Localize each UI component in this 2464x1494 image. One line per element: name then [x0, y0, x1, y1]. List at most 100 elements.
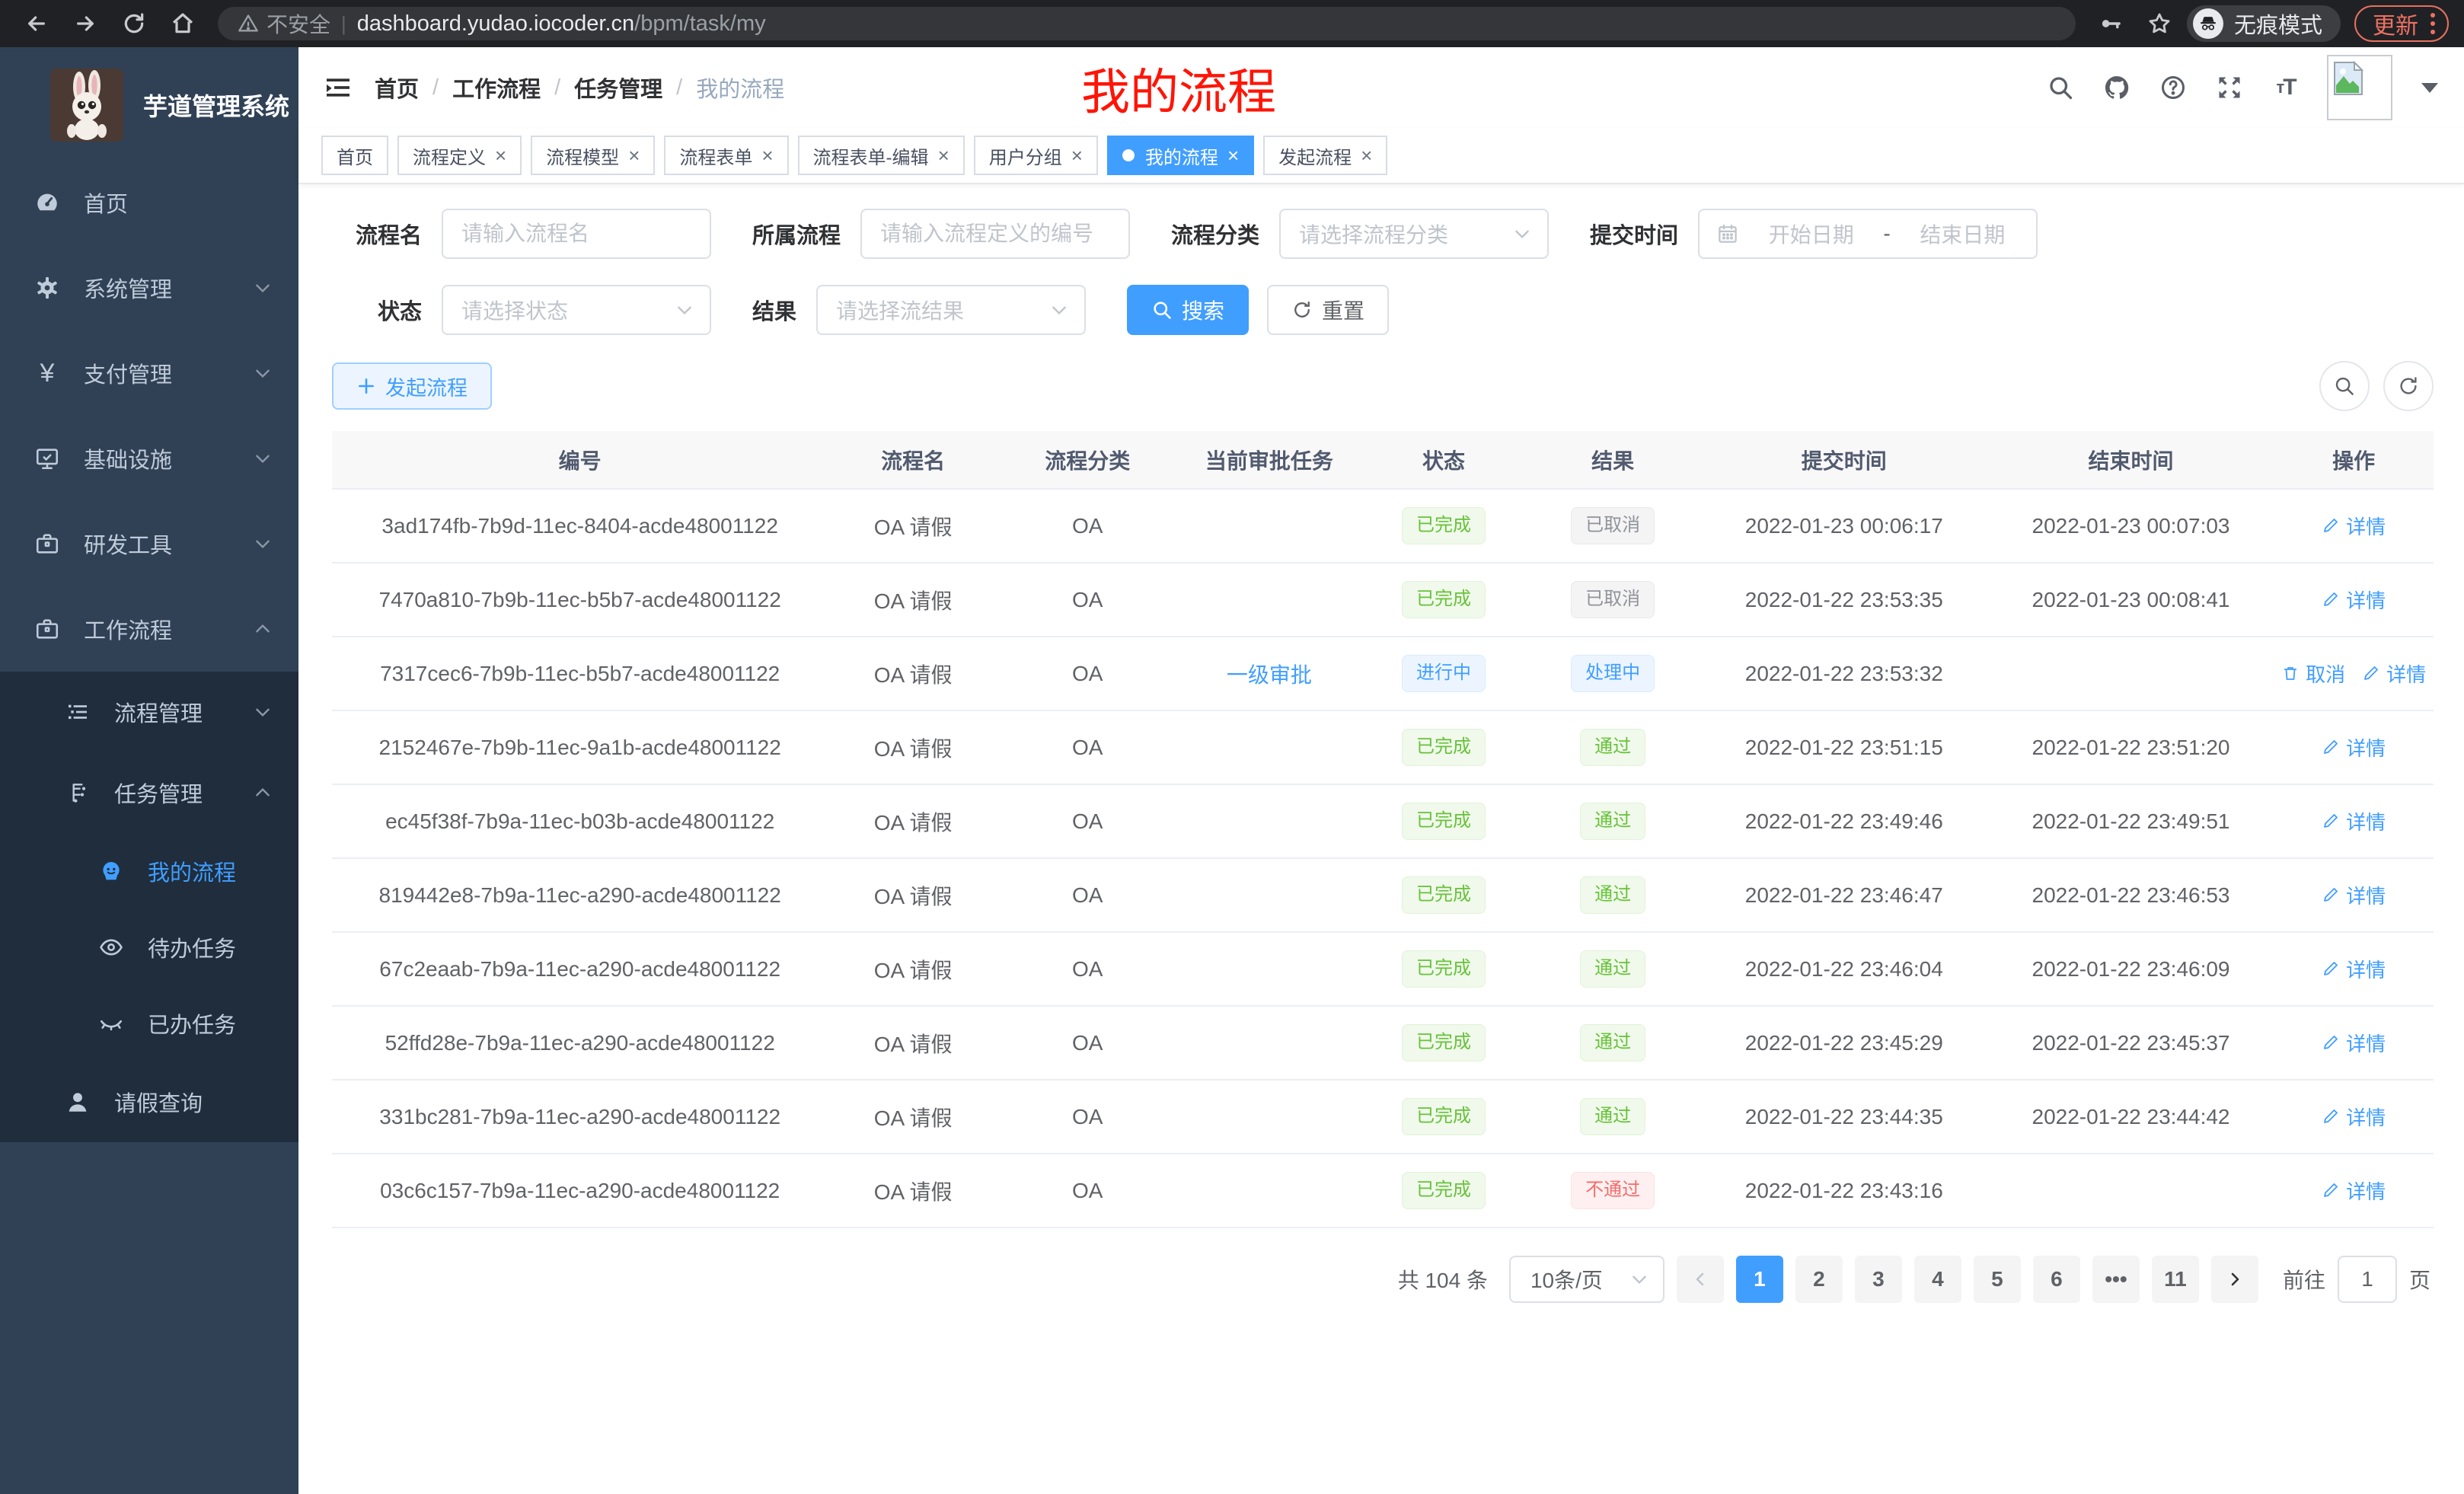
- tab-home[interactable]: 首页: [321, 136, 388, 175]
- help-icon[interactable]: [2158, 72, 2188, 103]
- refresh-icon: [1291, 299, 1313, 321]
- sidebar-item-system[interactable]: 系统管理: [0, 245, 298, 330]
- detail-link[interactable]: 详情: [2322, 1176, 2386, 1205]
- sidebar-item-done-tasks[interactable]: 已办任务: [0, 985, 298, 1061]
- app-title: 芋道管理系统: [143, 88, 289, 123]
- status-badge: 已完成: [1402, 729, 1486, 766]
- detail-link[interactable]: 详情: [2322, 586, 2386, 614]
- search-icon[interactable]: [2045, 72, 2076, 103]
- submit-time-range-picker[interactable]: 开始日期 - 结束日期: [1698, 209, 2038, 259]
- gear-icon: [34, 274, 61, 302]
- user-avatar[interactable]: [2327, 55, 2392, 120]
- tab-my-process[interactable]: 我的流程×: [1107, 136, 1254, 175]
- sidebar-item-home[interactable]: 首页: [0, 160, 298, 245]
- calendar-icon: [1716, 222, 1739, 245]
- page-size-select[interactable]: 10条/页: [1509, 1256, 1664, 1303]
- page-button-2[interactable]: 2: [1795, 1256, 1843, 1303]
- close-icon[interactable]: ×: [1227, 145, 1239, 165]
- breadcrumb-workflow[interactable]: 工作流程: [452, 72, 541, 104]
- detail-link[interactable]: 详情: [2322, 512, 2386, 540]
- list-icon: [64, 698, 91, 726]
- page-button-3[interactable]: 3: [1855, 1256, 1902, 1303]
- goto-page-input[interactable]: [2338, 1256, 2397, 1303]
- refresh-table-button[interactable]: [2383, 361, 2434, 411]
- result-select[interactable]: 请选择流结果: [816, 285, 1086, 335]
- page-button-1[interactable]: 1: [1736, 1256, 1783, 1303]
- github-icon[interactable]: [2102, 72, 2132, 103]
- browser-update-button[interactable]: 更新: [2354, 5, 2449, 42]
- pagination: 共 104 条 10条/页 1 2 3 4 5 6 ••• 11: [332, 1228, 2434, 1303]
- sidebar-collapse-icon[interactable]: [321, 71, 355, 104]
- breadcrumb-home[interactable]: 首页: [375, 72, 419, 104]
- reset-button[interactable]: 重置: [1267, 285, 1389, 335]
- detail-link[interactable]: 详情: [2362, 659, 2426, 688]
- detail-link[interactable]: 详情: [2322, 881, 2386, 909]
- prev-page-button[interactable]: [1677, 1256, 1724, 1303]
- process-category-select[interactable]: 请选择流程分类: [1279, 209, 1549, 259]
- page-button-4[interactable]: 4: [1914, 1256, 1961, 1303]
- end-date-placeholder[interactable]: 结束日期: [1906, 219, 2019, 249]
- home-icon[interactable]: [161, 7, 204, 40]
- status-badge: 已完成: [1402, 803, 1486, 840]
- table-row: 819442e8-7b9a-11ec-a290-acde48001122 OA …: [332, 858, 2434, 932]
- password-key-icon[interactable]: [2089, 7, 2132, 40]
- close-icon[interactable]: ×: [628, 145, 640, 165]
- sidebar-item-process-mgmt[interactable]: 流程管理: [0, 672, 298, 752]
- tab-process-definition[interactable]: 流程定义×: [397, 136, 522, 175]
- not-secure-warning[interactable]: 不安全: [238, 8, 330, 39]
- next-page-button[interactable]: [2211, 1256, 2258, 1303]
- tab-start-process[interactable]: 发起流程×: [1263, 136, 1387, 175]
- sidebar-item-devtools[interactable]: 研发工具: [0, 501, 298, 586]
- tab-process-form-edit[interactable]: 流程表单-编辑×: [798, 136, 965, 175]
- fullscreen-icon[interactable]: [2214, 72, 2245, 103]
- close-icon[interactable]: ×: [1071, 145, 1083, 165]
- detail-link[interactable]: 详情: [2322, 955, 2386, 983]
- bookmark-star-icon[interactable]: [2138, 7, 2181, 40]
- page-button-6[interactable]: 6: [2033, 1256, 2080, 1303]
- forward-icon[interactable]: [64, 7, 107, 40]
- tab-process-model[interactable]: 流程模型×: [531, 136, 655, 175]
- table-row: ec45f38f-7b9a-11ec-b03b-acde48001122 OA …: [332, 784, 2434, 858]
- close-icon[interactable]: ×: [938, 145, 950, 165]
- sidebar-item-payment[interactable]: ¥ 支付管理: [0, 330, 298, 416]
- tab-process-form[interactable]: 流程表单×: [664, 136, 788, 175]
- eye-closed-icon: [97, 1010, 125, 1037]
- start-date-placeholder[interactable]: 开始日期: [1754, 219, 1868, 249]
- browser-menu-icon[interactable]: [2430, 13, 2435, 34]
- page-button-5[interactable]: 5: [1974, 1256, 2021, 1303]
- process-name-input[interactable]: [442, 209, 711, 259]
- process-id: 7470a810-7b9b-11ec-b5b7-acde48001122: [332, 563, 828, 637]
- chevron-up-icon: [253, 783, 273, 803]
- detail-link[interactable]: 详情: [2322, 807, 2386, 835]
- tab-user-group[interactable]: 用户分组×: [974, 136, 1098, 175]
- breadcrumb-task-mgmt[interactable]: 任务管理: [574, 72, 662, 104]
- sidebar-item-my-process[interactable]: 我的流程: [0, 833, 298, 909]
- page-button-11[interactable]: 11: [2152, 1256, 2199, 1303]
- avatar-dropdown-caret[interactable]: [2421, 83, 2438, 93]
- briefcase-icon: [34, 615, 61, 643]
- back-icon[interactable]: [15, 7, 58, 40]
- start-process-button[interactable]: 发起流程: [332, 362, 492, 410]
- sidebar-item-infra[interactable]: 基础设施: [0, 416, 298, 501]
- detail-link[interactable]: 详情: [2322, 1103, 2386, 1131]
- search-button[interactable]: 搜索: [1127, 285, 1249, 335]
- more-pages-button[interactable]: •••: [2092, 1256, 2140, 1303]
- sidebar-item-workflow[interactable]: 工作流程: [0, 586, 298, 672]
- reload-icon[interactable]: [113, 7, 155, 40]
- detail-link[interactable]: 详情: [2322, 733, 2386, 761]
- detail-link[interactable]: 详情: [2322, 1029, 2386, 1057]
- status-select[interactable]: 请选择状态: [442, 285, 711, 335]
- toggle-search-button[interactable]: [2319, 361, 2370, 411]
- sidebar-item-todo-tasks[interactable]: 待办任务: [0, 909, 298, 985]
- sidebar-item-task-mgmt[interactable]: 任务管理: [0, 752, 298, 833]
- close-icon[interactable]: ×: [761, 145, 773, 165]
- sidebar-item-leave-query[interactable]: 请假查询: [0, 1061, 298, 1142]
- cancel-link[interactable]: 取消: [2281, 659, 2345, 688]
- url-bar[interactable]: 不安全 | dashboard.yudao.iocoder.cn/bpm/tas…: [218, 7, 2076, 40]
- process-definition-input[interactable]: [860, 209, 1130, 259]
- pen-icon: [2322, 738, 2340, 756]
- current-task-link[interactable]: 一级审批: [1227, 663, 1312, 687]
- close-icon[interactable]: ×: [495, 145, 506, 165]
- font-size-icon[interactable]: тT: [2271, 72, 2301, 103]
- close-icon[interactable]: ×: [1361, 145, 1372, 165]
